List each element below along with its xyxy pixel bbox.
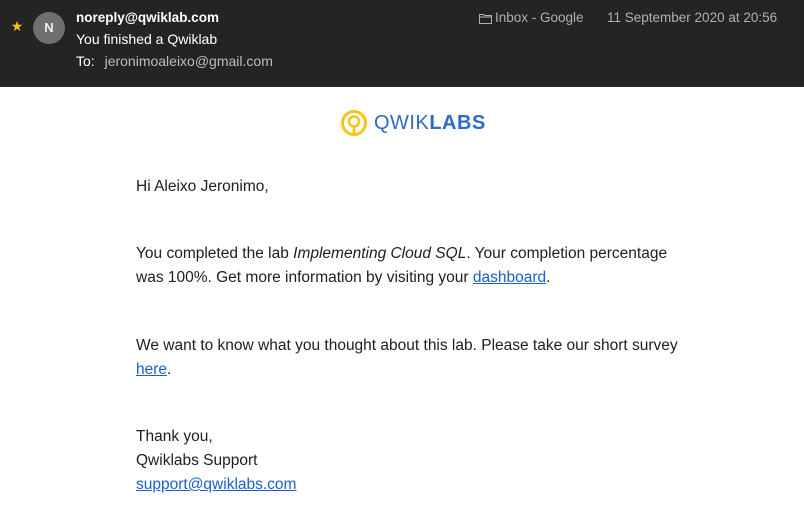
completion-suffix: .: [546, 269, 551, 286]
survey-paragraph: We want to know what you thought about t…: [136, 334, 696, 382]
logo-text-light: QWIK: [374, 111, 430, 134]
qwiklabs-logo: QWIKLABS: [340, 108, 486, 138]
mailbox-label: Inbox - Google: [479, 10, 584, 25]
completion-prefix: You completed the lab: [136, 245, 294, 262]
support-email-link[interactable]: support@qwiklabs.com: [136, 476, 296, 493]
mailbox-name: Inbox - Google: [495, 10, 584, 25]
survey-prefix: We want to know what you thought about t…: [136, 337, 678, 354]
lab-name: Implementing Cloud SQL: [293, 245, 467, 262]
survey-link[interactable]: here: [136, 361, 167, 378]
dashboard-link[interactable]: dashboard: [473, 269, 546, 286]
to-label: To:: [76, 53, 95, 69]
message-header: ★ N noreply@qwiklab.com You finished a Q…: [0, 0, 804, 87]
sender-address: noreply@qwiklab.com: [76, 10, 219, 25]
greeting-paragraph: Hi Aleixo Jeronimo,: [136, 175, 696, 199]
message-subject: You finished a Qwiklab: [76, 31, 218, 47]
logo-text-bold: LABS: [429, 111, 486, 134]
completion-paragraph: You completed the lab Implementing Cloud…: [136, 242, 696, 290]
message-date: 11 September 2020 at 20:56: [607, 10, 778, 25]
sender-avatar: N: [33, 12, 65, 44]
recipient-row: To: jeronimoaleixo@gmail.com: [76, 53, 273, 69]
signature-block: Thank you, Qwiklabs Support support@qwik…: [136, 425, 696, 497]
greeting-text: Hi Aleixo Jeronimo,: [136, 178, 269, 195]
recipient-address[interactable]: jeronimoaleixo@gmail.com: [105, 53, 273, 69]
survey-suffix: .: [167, 361, 172, 378]
signature-text: Qwiklabs Support: [136, 452, 258, 469]
closing-text: Thank you,: [136, 428, 213, 445]
folder-icon: [479, 14, 492, 24]
logo-wordmark: QWIKLABS: [374, 112, 486, 135]
star-icon[interactable]: ★: [9, 18, 25, 34]
qwiklabs-logo-icon: [341, 110, 367, 136]
